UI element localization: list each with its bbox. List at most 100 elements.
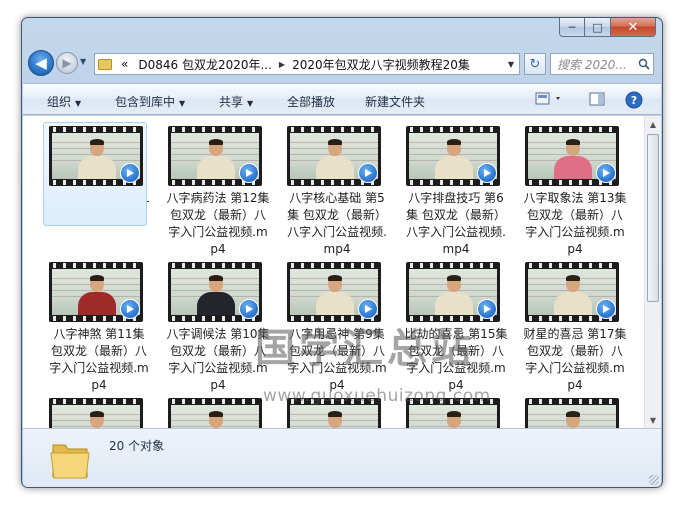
video-thumbnail [525, 398, 619, 428]
address-bar[interactable]: « D0846 包双龙2020年... ▶ 2020年包双龙八字视频教程20集 … [94, 53, 520, 75]
forward-button[interactable]: ▶ [56, 52, 78, 74]
chevron-down-icon: ▼ [247, 99, 254, 108]
search-box[interactable]: 搜索 2020... [550, 53, 654, 75]
media-player-icon [120, 163, 140, 183]
video-thumbnail [168, 126, 262, 186]
file-name: 财星的喜忌 第17集 包双龙（最新）八字入门公益视频.mp4 [523, 327, 627, 392]
folder-icon [98, 58, 112, 70]
film-perforation [525, 263, 619, 268]
media-player-icon [596, 163, 616, 183]
file-item[interactable]: 八字核心基础 第5集 包双龙（最新）八字入门公益视频.mp4 [285, 126, 389, 258]
video-thumbnail [525, 126, 619, 186]
search-icon[interactable] [635, 58, 653, 70]
resize-grip[interactable] [649, 475, 659, 485]
presenter [435, 292, 473, 315]
svg-text:?: ? [631, 94, 637, 107]
share-menu[interactable]: 共享 ▼ [219, 93, 253, 110]
video-thumbnail [406, 262, 500, 322]
presenter [197, 156, 235, 179]
presenter [554, 156, 592, 179]
back-button[interactable]: ◀ [28, 50, 54, 76]
include-in-library-menu[interactable]: 包含到库中 ▼ [115, 93, 185, 110]
file-item[interactable] [47, 398, 151, 428]
include-in-library-label: 包含到库中 [115, 95, 176, 109]
file-item[interactable] [523, 398, 627, 428]
film-perforation [49, 263, 143, 268]
refresh-button[interactable]: ↻ [524, 53, 546, 75]
breadcrumb-item[interactable]: D0846 包双龙2020年... [133, 56, 277, 73]
chevron-down-icon: ▼ [75, 99, 82, 108]
film-perforation [287, 127, 381, 132]
media-player-icon [120, 299, 140, 319]
film-perforation [49, 127, 143, 132]
presenter [78, 292, 116, 315]
video-thumbnail [406, 126, 500, 186]
file-name: 八字排盘技巧 第6集 包双龙（最新）八字入门公益视频.mp4 [406, 191, 506, 256]
recent-pages-button[interactable]: ▼ [80, 57, 86, 66]
film-perforation [168, 263, 262, 268]
film-perforation [168, 399, 262, 404]
new-folder-button[interactable]: 新建文件夹 [365, 93, 425, 110]
chevron-down-icon: ▼ [179, 99, 186, 108]
video-thumbnail [49, 262, 143, 322]
address-dropdown-icon[interactable]: ▼ [503, 60, 519, 69]
file-item[interactable]: 八字病药法 第12集 包双龙（最新）八字入门公益视频.mp4 [166, 126, 270, 258]
command-bar: 组织 ▼ 包含到库中 ▼ 共享 ▼ 全部播放 新建文件夹 ? [23, 83, 661, 115]
minimize-button[interactable]: ─ [559, 18, 585, 37]
file-item[interactable]: 八字取象法 第13集 包双龙（最新）八字入门公益视频.mp4 [523, 126, 627, 258]
file-name: 八字取象法 第13集 包双龙（最新）八字入门公益视频.mp4 [523, 191, 627, 256]
organize-label: 组织 [47, 95, 72, 109]
breadcrumb-overflow[interactable]: « [116, 57, 133, 71]
watermark-url: www.guoxuehuizong.com [263, 386, 491, 406]
help-icon[interactable]: ? [625, 91, 643, 112]
video-frame [409, 405, 497, 428]
media-player-icon [477, 163, 497, 183]
search-input[interactable]: 搜索 2020... [551, 56, 635, 73]
file-item[interactable]: VID_20200821_164303.mp4 [43, 122, 151, 226]
file-item[interactable] [166, 398, 270, 428]
video-thumbnail [525, 262, 619, 322]
presenter [435, 156, 473, 179]
film-perforation [525, 127, 619, 132]
view-options-icon[interactable] [535, 91, 565, 110]
film-perforation [525, 399, 619, 404]
file-item[interactable]: 八字神煞 第11集 包双龙（最新）八字入门公益视频.mp4 [47, 262, 151, 394]
navigation-bar: ◀ ▶ ▼ « D0846 包双龙2020年... ▶ 2020年包双龙八字视频… [28, 48, 656, 78]
video-frame [52, 405, 140, 428]
close-button[interactable]: ✕ [611, 18, 656, 37]
file-name: 八字核心基础 第5集 包双龙（最新）八字入门公益视频.mp4 [287, 191, 387, 256]
maximize-button[interactable]: □ [585, 18, 611, 37]
organize-menu[interactable]: 组织 ▼ [47, 93, 81, 110]
breadcrumb-separator-icon[interactable]: ▶ [277, 60, 287, 69]
preview-pane-icon[interactable] [589, 91, 605, 110]
scroll-down-icon[interactable]: ▼ [645, 412, 661, 428]
video-thumbnail [49, 398, 143, 428]
scroll-thumb[interactable] [647, 134, 659, 302]
presenter [197, 292, 235, 315]
scroll-up-icon[interactable]: ▲ [645, 116, 661, 132]
media-player-icon [477, 299, 497, 319]
film-perforation [406, 263, 500, 268]
film-perforation [287, 263, 381, 268]
video-thumbnail [49, 126, 143, 186]
file-name: 八字神煞 第11集 包双龙（最新）八字入门公益视频.mp4 [49, 327, 149, 392]
video-thumbnail [287, 126, 381, 186]
film-perforation [406, 127, 500, 132]
film-perforation [49, 399, 143, 404]
file-list[interactable]: VID_20200821_164303.mp4八字病药法 第12集 包双龙（最新… [23, 116, 661, 428]
video-frame [290, 405, 378, 428]
file-item[interactable]: 八字排盘技巧 第6集 包双龙（最新）八字入门公益视频.mp4 [404, 126, 508, 258]
video-thumbnail [168, 398, 262, 428]
breadcrumb-item[interactable]: 2020年包双龙八字视频教程20集 [287, 56, 475, 73]
video-frame [171, 405, 259, 428]
explorer-window: ─ □ ✕ ◀ ▶ ▼ « D0846 包双龙2020年... ▶ 2020年包… [21, 17, 663, 488]
media-player-icon [239, 163, 259, 183]
video-thumbnail [287, 262, 381, 322]
caption-buttons: ─ □ ✕ [559, 18, 656, 37]
file-item[interactable]: 财星的喜忌 第17集 包双龙（最新）八字入门公益视频.mp4 [523, 262, 627, 394]
presenter [316, 156, 354, 179]
share-label: 共享 [219, 95, 244, 109]
folder-icon [49, 437, 91, 484]
vertical-scrollbar[interactable]: ▲ ▼ [644, 116, 661, 428]
play-all-button[interactable]: 全部播放 [287, 93, 335, 110]
